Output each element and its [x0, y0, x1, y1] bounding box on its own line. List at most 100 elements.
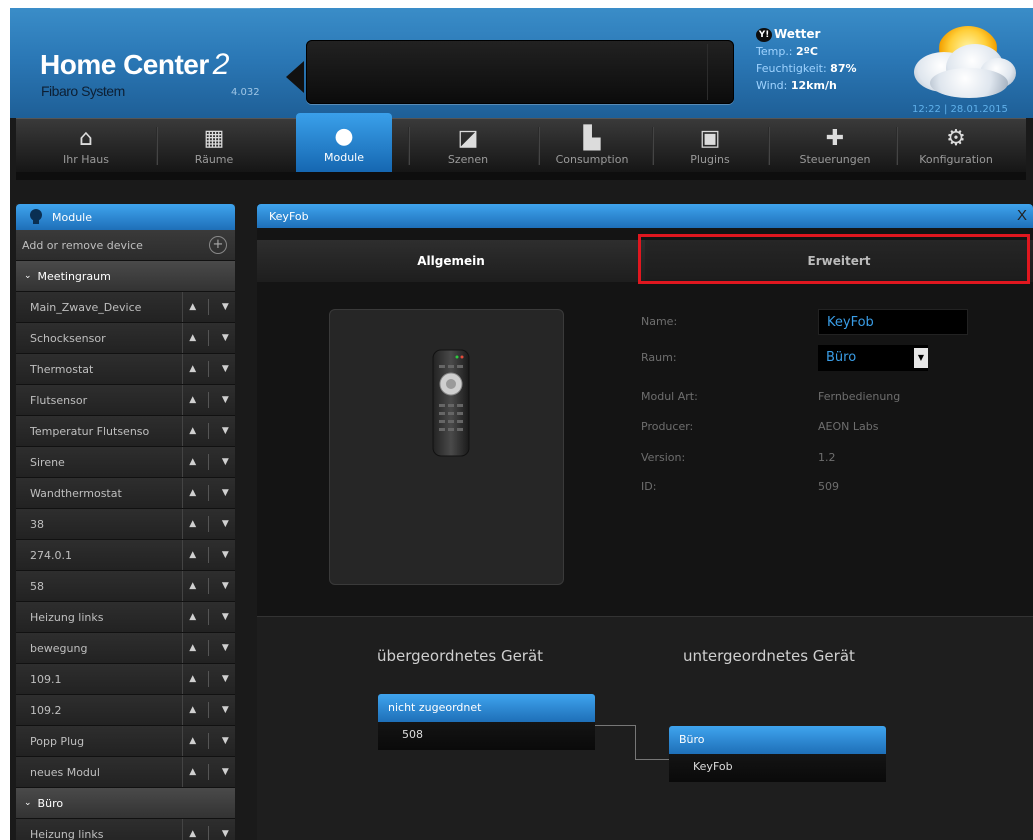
device-panel: KeyFob X Allgemein Erweitert Name: KeyFo…	[257, 204, 1033, 840]
sidebar-device-row[interactable]: Temperatur Flutsenso ▲ ▼	[16, 416, 235, 447]
child-title: untergeordnetes Gerät	[683, 647, 855, 665]
move-down-icon[interactable]: ▼	[222, 302, 229, 312]
device-name: Thermostat	[30, 362, 94, 376]
sidebar-device-row[interactable]: Schocksensor ▲ ▼	[16, 323, 235, 354]
sidebar-group-meetingraum[interactable]: ⌄ Meetingraum	[16, 261, 235, 292]
panel-header: KeyFob X	[257, 204, 1033, 228]
divider	[208, 640, 210, 656]
move-down-icon[interactable]: ▼	[222, 581, 229, 591]
reorder-controls: ▲ ▼	[182, 571, 235, 601]
name-input[interactable]: KeyFob	[818, 309, 968, 335]
nav-szenen[interactable]: ◪ Szenen	[420, 119, 516, 173]
nav-konfiguration[interactable]: ⚙ Konfiguration	[902, 119, 1010, 173]
move-up-icon[interactable]: ▲	[189, 736, 196, 746]
move-up-icon[interactable]: ▲	[189, 519, 196, 529]
parent-device-item[interactable]: 508	[378, 722, 595, 750]
move-down-icon[interactable]: ▼	[222, 519, 229, 529]
add-device-button[interactable]: Add or remove device +	[16, 230, 235, 261]
sidebar-group-buero[interactable]: ⌄ Büro	[16, 788, 235, 819]
sidebar-header: Module	[16, 204, 235, 230]
type-value: Fernbedienung	[818, 390, 901, 403]
sidebar-device-row[interactable]: Flutsensor ▲ ▼	[16, 385, 235, 416]
device-name: Sirene	[30, 455, 65, 469]
move-up-icon[interactable]: ▲	[189, 674, 196, 684]
move-down-icon[interactable]: ▼	[222, 736, 229, 746]
move-down-icon[interactable]: ▼	[222, 426, 229, 436]
sidebar-device-row[interactable]: bewegung ▲ ▼	[16, 633, 235, 664]
sidebar-device-row[interactable]: 274.0.1 ▲ ▼	[16, 540, 235, 571]
move-down-icon[interactable]: ▼	[222, 550, 229, 560]
close-icon[interactable]: X	[1017, 207, 1027, 224]
move-up-icon[interactable]: ▲	[189, 426, 196, 436]
logo[interactable]: Home Center 2	[40, 48, 229, 82]
move-down-icon[interactable]: ▼	[222, 674, 229, 684]
sidebar-device-row[interactable]: Heizung links ▲ ▼	[16, 602, 235, 633]
move-up-icon[interactable]: ▲	[189, 488, 196, 498]
move-down-icon[interactable]: ▼	[222, 643, 229, 653]
nav-steuerungen[interactable]: ✚ Steuerungen	[780, 119, 890, 173]
nav-consumption[interactable]: ▙ Consumption	[542, 119, 642, 173]
move-up-icon[interactable]: ▲	[189, 612, 196, 622]
gear-icon: ⚙	[946, 126, 966, 151]
sidebar-device-row[interactable]: 109.2 ▲ ▼	[16, 695, 235, 726]
move-up-icon[interactable]: ▲	[189, 395, 196, 405]
sidebar-device-row[interactable]: Wandthermostat ▲ ▼	[16, 478, 235, 509]
sidebar-device-row[interactable]: 109.1 ▲ ▼	[16, 664, 235, 695]
type-label: Modul Art:	[641, 390, 698, 403]
sidebar: Module Add or remove device + ⌄ Meetingr…	[16, 204, 235, 840]
dropdown-arrow-icon[interactable]: ▼	[914, 348, 928, 368]
sidebar-device-row[interactable]: Thermostat ▲ ▼	[16, 354, 235, 385]
device-name: Popp Plug	[30, 734, 85, 748]
sidebar-device-row[interactable]: Main_Zwave_Device ▲ ▼	[16, 292, 235, 323]
move-down-icon[interactable]: ▼	[222, 395, 229, 405]
move-up-icon[interactable]: ▲	[189, 829, 196, 839]
move-down-icon[interactable]: ▼	[222, 705, 229, 715]
clapper-icon: ◪	[457, 126, 479, 151]
logo-number: 2	[212, 48, 230, 81]
move-down-icon[interactable]: ▼	[222, 767, 229, 777]
nav-plugins[interactable]: ▣ Plugins	[662, 119, 758, 173]
logo-subtitle: Fibaro System	[41, 83, 125, 99]
move-down-icon[interactable]: ▼	[222, 364, 229, 374]
move-up-icon[interactable]: ▲	[189, 767, 196, 777]
connector-line	[635, 759, 669, 760]
sidebar-device-row[interactable]: Heizung links ▲ ▼	[16, 819, 235, 840]
move-up-icon[interactable]: ▲	[189, 457, 196, 467]
sidebar-device-row[interactable]: 38 ▲ ▼	[16, 509, 235, 540]
move-up-icon[interactable]: ▲	[189, 333, 196, 343]
move-down-icon[interactable]: ▼	[222, 333, 229, 343]
nav-ihr-haus[interactable]: ⌂ Ihr Haus	[38, 119, 134, 173]
nav-module[interactable]: ● Module	[296, 113, 392, 173]
sidebar-device-row[interactable]: neues Modul ▲ ▼	[16, 757, 235, 788]
move-down-icon[interactable]: ▼	[222, 612, 229, 622]
move-down-icon[interactable]: ▼	[222, 457, 229, 467]
move-up-icon[interactable]: ▲	[189, 705, 196, 715]
sidebar-device-row[interactable]: Popp Plug ▲ ▼	[16, 726, 235, 757]
move-up-icon[interactable]: ▲	[189, 302, 196, 312]
divider	[208, 361, 210, 377]
display-left-arrow[interactable]	[286, 61, 304, 93]
relations-section: übergeordnetes Gerät untergeordnetes Ger…	[257, 617, 1033, 840]
chart-icon: ▙	[583, 126, 601, 151]
divider	[208, 330, 210, 346]
move-up-icon[interactable]: ▲	[189, 581, 196, 591]
move-up-icon[interactable]: ▲	[189, 643, 196, 653]
move-down-icon[interactable]: ▼	[222, 829, 229, 839]
move-up-icon[interactable]: ▲	[189, 550, 196, 560]
reorder-controls: ▲ ▼	[182, 602, 235, 632]
move-up-icon[interactable]: ▲	[189, 364, 196, 374]
parent-device-header[interactable]: nicht zugeordnet	[378, 694, 595, 722]
room-select[interactable]: Büro ▼	[818, 345, 928, 371]
nav-raeume[interactable]: ▦ Räume	[166, 119, 262, 173]
id-value: 509	[818, 480, 839, 493]
parent-title: übergeordnetes Gerät	[377, 647, 544, 665]
child-device-item[interactable]: KeyFob	[669, 754, 886, 782]
header: Home Center 2 Fibaro System 4.032 Y! Wett…	[10, 8, 1033, 118]
divider	[208, 392, 210, 408]
tab-allgemein[interactable]: Allgemein	[257, 240, 645, 282]
sidebar-device-row[interactable]: Sirene ▲ ▼	[16, 447, 235, 478]
sidebar-device-row[interactable]: 58 ▲ ▼	[16, 571, 235, 602]
move-down-icon[interactable]: ▼	[222, 488, 229, 498]
child-device-header[interactable]: Büro	[669, 726, 886, 754]
reorder-controls: ▲ ▼	[182, 757, 235, 787]
